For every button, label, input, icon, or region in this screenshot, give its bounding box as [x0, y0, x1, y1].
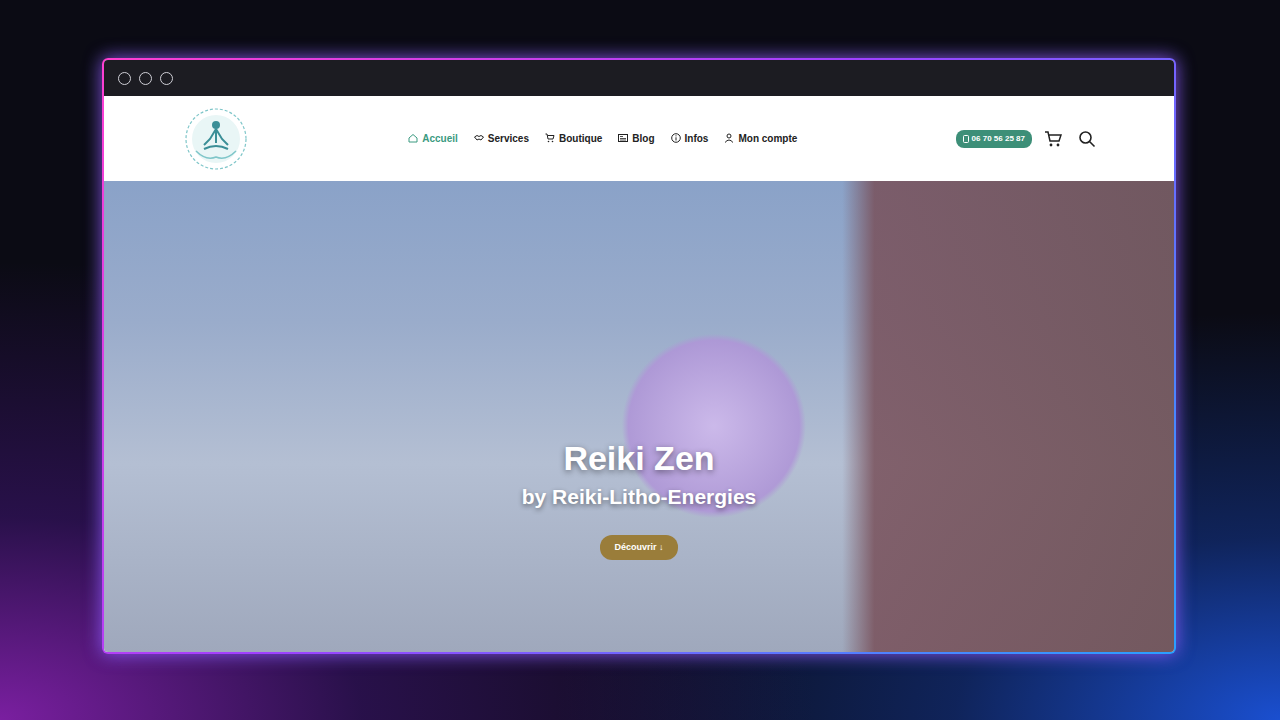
nav-label[interactable]: Accueil [422, 133, 458, 144]
nav-link[interactable]: Services [474, 127, 529, 150]
nav-label[interactable]: Mon compte [738, 133, 797, 144]
window-control-icon[interactable] [139, 72, 152, 85]
nav-label[interactable]: Infos [685, 133, 709, 144]
nav-label[interactable]: Services [488, 133, 529, 144]
browser-window: Accueil Services Boutique Blog Infos Mon comp… [102, 58, 1176, 654]
site-header: Accueil Services Boutique Blog Infos Mon comp… [104, 96, 1174, 181]
hero-title: Reiki Zen [563, 438, 714, 479]
hero-subtitle: by Reiki-Litho-Energies [522, 483, 757, 510]
phone-icon [963, 135, 969, 143]
title-bar [104, 60, 1174, 96]
nav-link[interactable]: Infos [671, 127, 709, 150]
nav-link[interactable]: Blog [618, 127, 654, 150]
discover-button[interactable]: Découvrir ↓ [600, 535, 677, 561]
nav-link[interactable]: Mon compte [724, 127, 797, 150]
home-icon [408, 133, 418, 143]
nav-label[interactable]: Blog [632, 133, 654, 144]
hero-banner: Reiki Zen by Reiki-Litho-Energies Découv… [104, 181, 1174, 652]
search-icon[interactable] [1078, 130, 1096, 148]
nav-link[interactable]: Boutique [545, 127, 602, 150]
phone-button[interactable]: 06 70 56 25 87 [956, 130, 1032, 148]
main-nav: Accueil Services Boutique Blog Infos Mon comp… [250, 127, 956, 150]
cart-icon[interactable] [1044, 130, 1062, 148]
cart-icon [545, 133, 555, 143]
handshake-icon [474, 133, 484, 143]
window-control-icon[interactable] [160, 72, 173, 85]
logo-icon[interactable] [182, 105, 250, 173]
user-icon [724, 133, 734, 143]
nav-link[interactable]: Accueil [408, 127, 458, 150]
window-control-icon[interactable] [118, 72, 131, 85]
nav-label[interactable]: Boutique [559, 133, 602, 144]
newspaper-icon [618, 133, 628, 143]
info-icon [671, 133, 681, 143]
